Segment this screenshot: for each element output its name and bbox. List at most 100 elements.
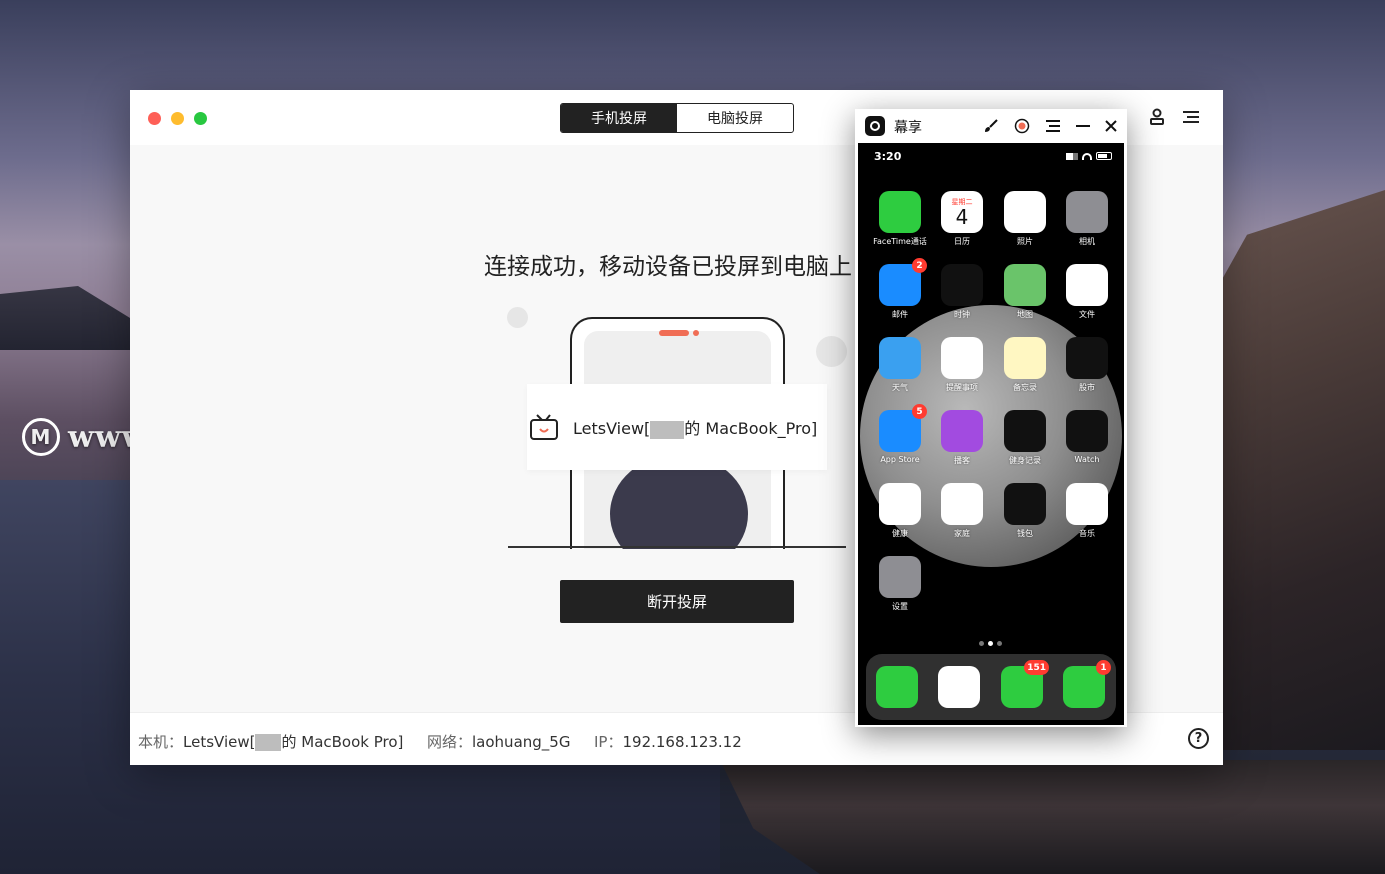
app-label: 地图 [1017, 310, 1033, 319]
appstore-icon[interactable]: 5 [879, 404, 927, 452]
status-ip-label: IP： [594, 733, 623, 751]
app-fitness[interactable]: 健身记录 [996, 410, 1054, 466]
app-label: 设置 [892, 602, 908, 611]
device-name-suffix: 的 MacBook_Pro] [684, 419, 818, 438]
status-network-value: laohuang_5G [472, 733, 571, 751]
app-files[interactable]: 文件 [1058, 264, 1116, 320]
app-facetime[interactable]: FaceTime通话 [871, 191, 929, 247]
disconnect-button[interactable]: 断开投屏 [560, 580, 794, 623]
camera-icon[interactable] [1066, 191, 1108, 233]
app-music[interactable]: 音乐 [1058, 483, 1116, 539]
app-home[interactable]: 家庭 [933, 483, 991, 539]
close-window-button[interactable] [148, 112, 161, 125]
redacted-block [255, 734, 282, 751]
tab-phone-mirror[interactable]: 手机投屏 [561, 104, 677, 132]
app-calendar[interactable]: 星期二 4 日历 [933, 191, 991, 247]
phone-icon[interactable] [876, 666, 918, 708]
wechat-icon[interactable]: 1 [1063, 660, 1111, 708]
brush-icon[interactable] [981, 116, 1001, 136]
mirror-menu-icon[interactable] [1043, 116, 1063, 136]
settings-icon[interactable] [879, 556, 921, 598]
notification-badge: 5 [912, 404, 927, 419]
app-photos[interactable]: 照片 [996, 191, 1054, 247]
app-settings[interactable]: 设置 [871, 556, 929, 612]
app-appstore[interactable]: 5 App Store [871, 404, 929, 464]
desktop-cliff-left [0, 286, 130, 350]
mail-icon[interactable]: 2 [879, 258, 927, 306]
app-label: 钱包 [1017, 529, 1033, 538]
redacted-block [650, 420, 685, 439]
watch-icon[interactable] [1066, 410, 1108, 452]
photos-icon[interactable] [1004, 191, 1046, 233]
app-label: 音乐 [1079, 529, 1095, 538]
app-label: 相机 [1079, 237, 1095, 246]
app-label: FaceTime通话 [873, 237, 927, 246]
phone-status-icons [1066, 152, 1112, 160]
device-card: LetsView[的 MacBook_Pro] [527, 384, 827, 470]
notes-icon[interactable] [1004, 337, 1046, 379]
fitness-icon[interactable] [1004, 410, 1046, 452]
app-label: 备忘录 [1013, 383, 1037, 392]
phone-illustration-speaker [659, 330, 689, 336]
app-stocks[interactable]: 股市 [1058, 337, 1116, 393]
app-podcasts[interactable]: 播客 [933, 410, 991, 466]
macz-logo-icon: M [22, 418, 60, 456]
app-label: 邮件 [892, 310, 908, 319]
record-icon[interactable] [1012, 116, 1032, 136]
app-clock[interactable]: 时钟 [933, 264, 991, 320]
music-icon[interactable] [1066, 483, 1108, 525]
close-icon[interactable] [1101, 116, 1121, 136]
app-label: 天气 [892, 383, 908, 392]
tab-computer-mirror[interactable]: 电脑投屏 [677, 104, 793, 132]
clock-icon[interactable] [941, 264, 983, 306]
app-maps[interactable]: 地图 [996, 264, 1054, 320]
files-icon[interactable] [1066, 264, 1108, 306]
app-watch[interactable]: Watch [1058, 410, 1116, 464]
app-label: 提醒事项 [946, 383, 978, 392]
notification-badge: 151 [1024, 660, 1049, 675]
user-icon[interactable] [1147, 107, 1167, 127]
app-label: 日历 [954, 237, 970, 246]
help-icon[interactable]: ? [1188, 728, 1209, 749]
app-wallet[interactable]: 钱包 [996, 483, 1054, 539]
app-reminders[interactable]: 提醒事项 [933, 337, 991, 393]
messages-icon[interactable]: 151 [1001, 660, 1049, 708]
calendar-icon[interactable]: 星期二 4 [941, 191, 983, 233]
stocks-icon[interactable] [1066, 337, 1108, 379]
status-local-suffix: 的 MacBook Pro] [281, 733, 404, 751]
wallet-icon[interactable] [1004, 483, 1046, 525]
home-icon[interactable] [941, 483, 983, 525]
maximize-window-button[interactable] [194, 112, 207, 125]
app-notes[interactable]: 备忘录 [996, 337, 1054, 393]
app-weather[interactable]: 天气 [871, 337, 929, 393]
tv-icon [527, 410, 561, 444]
phone-clock: 3:20 [874, 150, 902, 163]
notification-badge: 1 [1096, 660, 1111, 675]
app-label: 播客 [954, 456, 970, 465]
reminders-icon[interactable] [941, 337, 983, 379]
maps-icon[interactable] [1004, 264, 1046, 306]
menu-icon[interactable] [1181, 107, 1201, 127]
mirror-title: 幕享 [894, 120, 922, 136]
status-local-prefix: LetsView[ [183, 733, 256, 751]
calendar-day: 4 [955, 205, 969, 229]
app-health[interactable]: 健康 [871, 483, 929, 539]
minimize-window-button[interactable] [171, 112, 184, 125]
facetime-icon[interactable] [879, 191, 921, 233]
status-local-label: 本机： [138, 733, 184, 751]
page-dot [979, 641, 984, 646]
notification-badge: 2 [912, 258, 927, 273]
podcasts-icon[interactable] [941, 410, 983, 452]
phone-illustration-camera [693, 330, 699, 336]
app-label: 健身记录 [1009, 456, 1041, 465]
safari-icon[interactable] [938, 666, 980, 708]
phone-screen[interactable]: 3:20 FaceTime通话 星期二 4 日历 照片 相机 2 邮件 时钟 地图 文件天气 提醒事项… [858, 143, 1124, 725]
minimize-icon[interactable] [1073, 116, 1093, 136]
health-icon[interactable] [879, 483, 921, 525]
battery-icon [1096, 152, 1112, 160]
app-label: 家庭 [954, 529, 970, 538]
weather-icon[interactable] [879, 337, 921, 379]
app-label: 文件 [1079, 310, 1095, 319]
app-mail[interactable]: 2 邮件 [871, 258, 929, 320]
app-camera[interactable]: 相机 [1058, 191, 1116, 247]
